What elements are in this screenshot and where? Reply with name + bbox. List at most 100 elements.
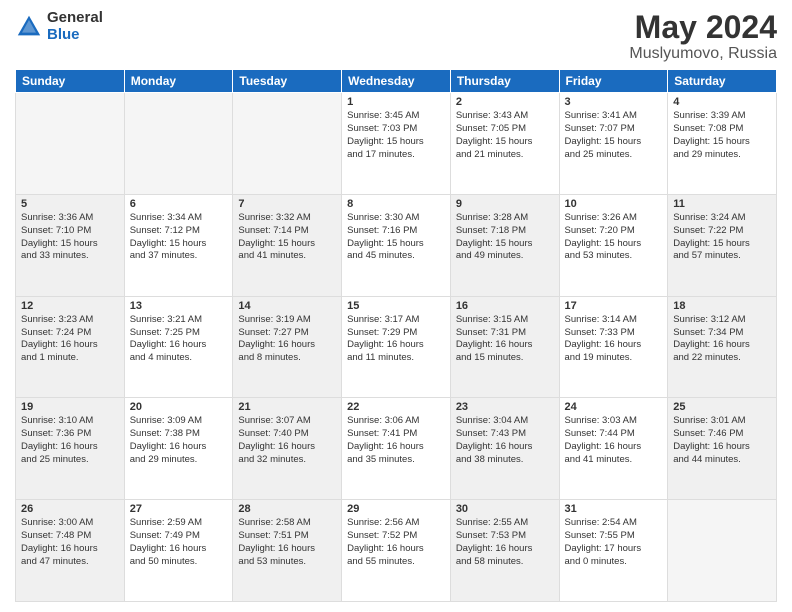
day-number: 25 [673, 401, 771, 413]
calendar-cell: 4Sunrise: 3:39 AM Sunset: 7:08 PM Daylig… [668, 93, 777, 195]
calendar-cell: 27 Sunrise: 2:59 AM Sunset: 7:49 PM Dayli… [124, 500, 233, 602]
calendar-cell: 5 Sunrise: 3:36 AM Sunset: 7:10 PM Daylig… [16, 194, 125, 296]
calendar-cell: 25Sunrise: 3:01 AM Sunset: 7:46 PM Dayli… [668, 398, 777, 500]
calendar-cell: 24 Sunrise: 3:03 AM Sunset: 7:44 PM Dayli… [559, 398, 668, 500]
calendar-cell: 6 Sunrise: 3:34 AM Sunset: 7:12 PM Daylig… [124, 194, 233, 296]
calendar: SundayMondayTuesdayWednesdayThursdayFrid… [15, 69, 777, 602]
day-number: 20 [130, 401, 228, 413]
day-number: 16 [456, 300, 554, 312]
calendar-cell: 16 Sunrise: 3:15 AM Sunset: 7:31 PM Dayli… [450, 296, 559, 398]
calendar-cell: 21Sunrise: 3:07 AM Sunset: 7:40 PM Dayli… [233, 398, 342, 500]
day-info: Sunrise: 3:28 AM Sunset: 7:18 PM Dayligh… [456, 212, 554, 263]
day-info: Sunrise: 3:30 AM Sunset: 7:16 PM Dayligh… [347, 212, 445, 263]
calendar-cell: 3Sunrise: 3:41 AM Sunset: 7:07 PM Daylig… [559, 93, 668, 195]
calendar-cell: 19Sunrise: 3:10 AM Sunset: 7:36 PM Dayli… [16, 398, 125, 500]
calendar-cell [124, 93, 233, 195]
page: General Blue May 2024 Muslyumovo, Russia… [0, 0, 792, 612]
day-number: 19 [21, 401, 119, 413]
header: General Blue May 2024 Muslyumovo, Russia [15, 10, 777, 63]
day-info: Sunrise: 3:15 AM Sunset: 7:31 PM Dayligh… [456, 314, 554, 365]
day-info: Sunrise: 3:24 AM Sunset: 7:22 PM Dayligh… [673, 212, 771, 263]
day-info: Sunrise: 3:19 AM Sunset: 7:27 PM Dayligh… [238, 314, 336, 365]
day-number: 23 [456, 401, 554, 413]
day-number: 11 [673, 198, 771, 210]
calendar-cell: 13 Sunrise: 3:21 AM Sunset: 7:25 PM Dayli… [124, 296, 233, 398]
day-info: Sunrise: 2:56 AM Sunset: 7:52 PM Dayligh… [347, 517, 445, 568]
calendar-cell: 28Sunrise: 2:58 AM Sunset: 7:51 PM Dayli… [233, 500, 342, 602]
day-info: Sunrise: 2:55 AM Sunset: 7:53 PM Dayligh… [456, 517, 554, 568]
day-header-tuesday: Tuesday [233, 70, 342, 93]
calendar-cell: 1 Sunrise: 3:45 AM Sunset: 7:03 PM Daylig… [342, 93, 451, 195]
day-header-sunday: Sunday [16, 70, 125, 93]
day-info: Sunrise: 2:54 AM Sunset: 7:55 PM Dayligh… [565, 517, 663, 568]
day-info: Sunrise: 3:06 AM Sunset: 7:41 PM Dayligh… [347, 415, 445, 466]
day-number: 15 [347, 300, 445, 312]
day-info: Sunrise: 3:12 AM Sunset: 7:34 PM Dayligh… [673, 314, 771, 365]
calendar-cell: 2Sunrise: 3:43 AM Sunset: 7:05 PM Daylig… [450, 93, 559, 195]
calendar-cell: 8Sunrise: 3:30 AM Sunset: 7:16 PM Daylig… [342, 194, 451, 296]
day-header-thursday: Thursday [450, 70, 559, 93]
day-info: Sunrise: 3:00 AM Sunset: 7:48 PM Dayligh… [21, 517, 119, 568]
day-number: 27 [130, 503, 228, 515]
day-header-monday: Monday [124, 70, 233, 93]
calendar-cell: 11 Sunrise: 3:24 AM Sunset: 7:22 PM Dayli… [668, 194, 777, 296]
day-info: Sunrise: 3:45 AM Sunset: 7:03 PM Dayligh… [347, 110, 445, 161]
calendar-cell: 22 Sunrise: 3:06 AM Sunset: 7:41 PM Dayli… [342, 398, 451, 500]
calendar-cell: 23Sunrise: 3:04 AM Sunset: 7:43 PM Dayli… [450, 398, 559, 500]
day-number: 1 [347, 96, 445, 108]
day-info: Sunrise: 3:07 AM Sunset: 7:40 PM Dayligh… [238, 415, 336, 466]
day-info: Sunrise: 3:23 AM Sunset: 7:24 PM Dayligh… [21, 314, 119, 365]
day-number: 29 [347, 503, 445, 515]
calendar-cell: 15 Sunrise: 3:17 AM Sunset: 7:29 PM Dayli… [342, 296, 451, 398]
logo: General Blue [15, 10, 103, 43]
calendar-body: 1 Sunrise: 3:45 AM Sunset: 7:03 PM Daylig… [16, 93, 777, 602]
day-header-wednesday: Wednesday [342, 70, 451, 93]
calendar-cell: 30 Sunrise: 2:55 AM Sunset: 7:53 PM Dayli… [450, 500, 559, 602]
day-number: 9 [456, 198, 554, 210]
day-number: 24 [565, 401, 663, 413]
day-info: Sunrise: 3:14 AM Sunset: 7:33 PM Dayligh… [565, 314, 663, 365]
day-number: 30 [456, 503, 554, 515]
day-number: 10 [565, 198, 663, 210]
day-info: Sunrise: 3:21 AM Sunset: 7:25 PM Dayligh… [130, 314, 228, 365]
day-number: 28 [238, 503, 336, 515]
calendar-cell: 31 Sunrise: 2:54 AM Sunset: 7:55 PM Dayli… [559, 500, 668, 602]
month-title: May 2024 [629, 10, 777, 45]
day-info: Sunrise: 3:26 AM Sunset: 7:20 PM Dayligh… [565, 212, 663, 263]
day-number: 22 [347, 401, 445, 413]
day-header-saturday: Saturday [668, 70, 777, 93]
day-info: Sunrise: 2:59 AM Sunset: 7:49 PM Dayligh… [130, 517, 228, 568]
logo-general: General [47, 10, 103, 27]
day-number: 6 [130, 198, 228, 210]
day-info: Sunrise: 3:03 AM Sunset: 7:44 PM Dayligh… [565, 415, 663, 466]
day-number: 2 [456, 96, 554, 108]
day-info: Sunrise: 3:36 AM Sunset: 7:10 PM Dayligh… [21, 212, 119, 263]
day-number: 5 [21, 198, 119, 210]
calendar-cell: 12 Sunrise: 3:23 AM Sunset: 7:24 PM Dayli… [16, 296, 125, 398]
calendar-cell [668, 500, 777, 602]
calendar-cell [16, 93, 125, 195]
calendar-cell: 20 Sunrise: 3:09 AM Sunset: 7:38 PM Dayli… [124, 398, 233, 500]
logo-blue: Blue [47, 27, 103, 44]
day-info: Sunrise: 3:09 AM Sunset: 7:38 PM Dayligh… [130, 415, 228, 466]
calendar-cell: 17 Sunrise: 3:14 AM Sunset: 7:33 PM Dayli… [559, 296, 668, 398]
calendar-cell: 29 Sunrise: 2:56 AM Sunset: 7:52 PM Dayli… [342, 500, 451, 602]
week-row-3: 12 Sunrise: 3:23 AM Sunset: 7:24 PM Dayli… [16, 296, 777, 398]
day-info: Sunrise: 3:17 AM Sunset: 7:29 PM Dayligh… [347, 314, 445, 365]
day-number: 13 [130, 300, 228, 312]
day-info: Sunrise: 3:32 AM Sunset: 7:14 PM Dayligh… [238, 212, 336, 263]
calendar-cell: 7Sunrise: 3:32 AM Sunset: 7:14 PM Daylig… [233, 194, 342, 296]
week-row-1: 1 Sunrise: 3:45 AM Sunset: 7:03 PM Daylig… [16, 93, 777, 195]
day-info: Sunrise: 3:34 AM Sunset: 7:12 PM Dayligh… [130, 212, 228, 263]
day-number: 12 [21, 300, 119, 312]
day-number: 3 [565, 96, 663, 108]
week-row-4: 19Sunrise: 3:10 AM Sunset: 7:36 PM Dayli… [16, 398, 777, 500]
calendar-cell: 9 Sunrise: 3:28 AM Sunset: 7:18 PM Daylig… [450, 194, 559, 296]
calendar-cell: 18Sunrise: 3:12 AM Sunset: 7:34 PM Dayli… [668, 296, 777, 398]
day-header-friday: Friday [559, 70, 668, 93]
calendar-cell: 10 Sunrise: 3:26 AM Sunset: 7:20 PM Dayli… [559, 194, 668, 296]
logo-icon [15, 13, 43, 41]
week-row-2: 5 Sunrise: 3:36 AM Sunset: 7:10 PM Daylig… [16, 194, 777, 296]
day-number: 31 [565, 503, 663, 515]
day-number: 17 [565, 300, 663, 312]
